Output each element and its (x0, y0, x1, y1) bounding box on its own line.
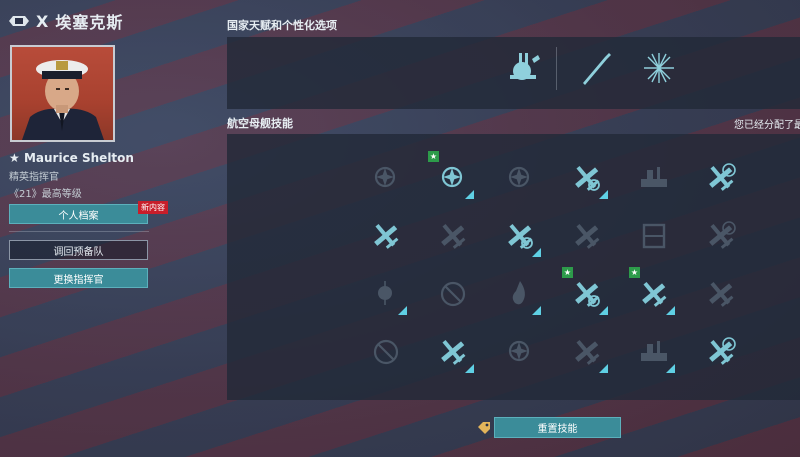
torpedo-bomber-icon (374, 223, 399, 249)
skill-available-corner (666, 306, 675, 315)
skill-available-corner (599, 364, 608, 373)
commander-portrait[interactable] (10, 45, 115, 142)
elite-star-icon: ★ (9, 151, 20, 165)
skill-engine-boost-slot[interactable]: ★ (428, 151, 474, 199)
skill-squadron-armor-slot[interactable]: ★ (629, 267, 675, 315)
profile-button[interactable]: 个人档案 (9, 204, 148, 224)
skill-available-corner (599, 190, 608, 199)
bombs-icon (508, 340, 530, 362)
squadron-icon (575, 223, 600, 249)
reset-cost-icon (478, 422, 490, 434)
commander-name: ★ Maurice Shelton (9, 151, 134, 165)
talent-separator (556, 47, 557, 90)
aircraft-crosshair-icon (709, 221, 736, 249)
talent-aa-icon[interactable] (502, 47, 544, 89)
hangar-icon (641, 167, 667, 187)
skill-squadron-repair-slot[interactable]: ★ (562, 267, 608, 315)
skill-aircraft-repair-slot[interactable] (566, 157, 608, 199)
skill-squadron-formation-slot[interactable] (700, 273, 742, 315)
ship-title: X 埃塞克斯 (8, 9, 123, 33)
skill-torpedo-bomber-slot[interactable] (365, 215, 407, 257)
skill-fighter-slot[interactable] (432, 331, 474, 373)
skill-aa-slot[interactable] (432, 215, 474, 257)
skill-star-icon: ★ (562, 267, 573, 278)
talent-burst-icon[interactable] (638, 47, 680, 89)
divider (9, 231, 149, 232)
points-note: 您已经分配了最 (734, 120, 800, 131)
no-entry-icon (440, 281, 466, 307)
skill-available-corner (599, 306, 608, 315)
change-commander-button[interactable]: 更换指挥官 (9, 268, 148, 288)
skill-available-corner (465, 364, 474, 373)
squadron-formation-icon (709, 281, 734, 307)
level-text: 最高等级 (41, 189, 82, 200)
skill-aircraft-engine-slot[interactable] (365, 157, 407, 199)
aircraft-sight-icon (709, 337, 736, 365)
skill-ship-deck-slot[interactable] (633, 331, 675, 373)
engine-cooldown-icon (508, 166, 530, 188)
no-entry-icon (373, 339, 399, 365)
skill-fire-slot[interactable] (499, 273, 541, 315)
commander-image (22, 60, 104, 140)
skill-rocket-slot[interactable] (566, 331, 608, 373)
return-reserve-button[interactable]: 调回预备队 (9, 240, 148, 260)
armor-icon (642, 223, 666, 249)
skill-aircraft-target-slot[interactable] (700, 157, 742, 199)
skill-aircraft-speed-slot[interactable] (499, 215, 541, 257)
skill-aircraft-crosshair-slot[interactable] (700, 215, 742, 257)
skill-star-icon: ★ (629, 267, 640, 278)
aa-icon (441, 223, 466, 249)
skill-aircraft-sight-slot[interactable] (700, 331, 742, 373)
skill-no-entry-slot[interactable] (365, 331, 407, 373)
skill-available-corner (532, 248, 541, 257)
skill-available-corner (398, 306, 407, 315)
skill-available-corner (465, 190, 474, 199)
skill-available-corner (532, 306, 541, 315)
reset-skills-button[interactable]: 重置技能 (494, 417, 621, 438)
level-badge: 《21》 (9, 189, 42, 200)
skill-hangar-slot[interactable] (633, 157, 675, 199)
skill-bombs-slot[interactable] (499, 331, 541, 373)
ship-tier: X (36, 11, 50, 31)
skill-detection-slot[interactable] (365, 273, 407, 315)
skill-available-corner (666, 364, 675, 373)
ship-name: 埃塞克斯 (55, 13, 124, 32)
us-nation-icon (9, 16, 29, 26)
skill-no-entry-slot[interactable] (432, 273, 474, 315)
skill-engine-cooldown-slot[interactable] (499, 157, 541, 199)
national-talents-title: 国家天赋和个性化选项 (227, 19, 337, 32)
commander-level: 《21》最高等级 (9, 185, 82, 200)
skill-armor-slot[interactable] (633, 215, 675, 257)
aircraft-engine-icon (374, 166, 396, 188)
new-content-badge: 新内容 (138, 201, 168, 214)
aircraft-target-icon (709, 163, 736, 191)
skill-star-icon: ★ (428, 151, 439, 162)
skill-squadron-slot[interactable] (566, 215, 608, 257)
talent-shell-icon[interactable] (575, 47, 617, 89)
commander-panel: X 埃塞克斯 ★ Maurice Shelton 精英指挥官 《21》最高等级 … (0, 0, 222, 457)
carrier-skills-title: 航空母舰技能 (227, 117, 293, 130)
commander-rank: 精英指挥官 (9, 172, 59, 183)
